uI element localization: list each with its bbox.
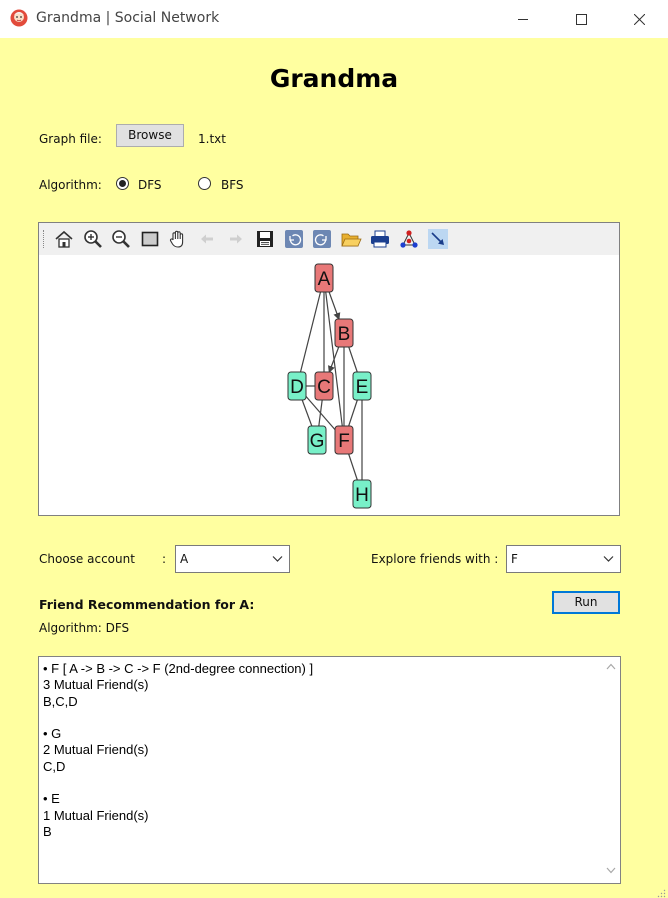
graph-node-label: D [290, 377, 304, 398]
graph-node-label: G [310, 431, 325, 452]
graph-edge-A-D [299, 291, 322, 373]
explore-friends-label: Explore friends with : [371, 552, 499, 566]
results-scrollbar[interactable] [602, 657, 620, 883]
app-title: Grandma [269, 64, 399, 93]
results-text: • F [ A -> B -> C -> F (2nd-degree conne… [43, 661, 313, 840]
explore-select-value: F [511, 552, 518, 566]
graph-node-C[interactable]: C [314, 371, 334, 401]
social-graph[interactable]: A B CD E FG H [39, 223, 619, 515]
graph-node-H[interactable]: H [352, 479, 372, 509]
graph-node-E[interactable]: E [352, 371, 372, 401]
maximize-icon [575, 13, 587, 25]
graph-edge-D-G [301, 399, 313, 427]
bfs-radio-label[interactable]: BFS [221, 178, 244, 192]
graph-node-D[interactable]: D [287, 371, 307, 401]
result-line: B [43, 823, 52, 839]
run-button[interactable]: Run [552, 591, 620, 614]
maximize-button[interactable] [558, 0, 604, 38]
explore-friends-select[interactable]: F [506, 545, 621, 573]
file-name: 1.txt [198, 132, 226, 146]
result-line [43, 775, 313, 791]
graph-edge-D-F [305, 395, 336, 431]
dfs-radio-label[interactable]: DFS [138, 178, 162, 192]
graph-node-label: F [338, 431, 350, 452]
minimize-button[interactable] [500, 0, 546, 38]
result-line: 1 Mutual Friend(s) [43, 807, 149, 823]
result-line: 2 Mutual Friend(s) [43, 742, 149, 758]
graph-node-F[interactable]: F [334, 425, 354, 455]
result-line: • E [43, 791, 60, 807]
window-title: Grandma | Social Network [36, 10, 220, 26]
result-line: • F [ A -> B -> C -> F (2nd-degree conne… [43, 661, 314, 676]
graph-node-label: B [338, 324, 351, 345]
recommendation-heading: Friend Recommendation for A: [39, 597, 255, 612]
window-title-bar: Grandma | Social Network [0, 0, 668, 38]
graph-node-label: E [356, 377, 369, 398]
graph-edge-E-F [348, 399, 358, 427]
result-line [43, 710, 313, 726]
close-icon [633, 13, 645, 25]
dfs-radio[interactable] [116, 177, 129, 190]
radio-selected-dot [119, 180, 126, 187]
recommendation-results[interactable]: • F [ A -> B -> C -> F (2nd-degree conne… [38, 656, 621, 884]
graph-node-B[interactable]: B [334, 318, 354, 348]
minimize-icon [518, 19, 528, 20]
graph-node-label: H [355, 485, 369, 506]
graph-viewer[interactable]: A B CD E FG H [38, 222, 620, 516]
result-line: C,D [43, 758, 66, 774]
bfs-radio[interactable] [198, 177, 211, 190]
graph-file-label: Graph file: [39, 132, 102, 146]
resize-grip-icon[interactable] [657, 889, 666, 898]
chevron-down-icon [603, 556, 614, 562]
bottom-strip [0, 889, 668, 898]
close-button[interactable] [616, 0, 662, 38]
graph-edge-F-H [348, 453, 358, 481]
graph-edge-A-B [328, 291, 341, 321]
graph-node-label: C [317, 377, 331, 398]
result-line: • G [43, 726, 62, 742]
graph-node-label: A [318, 269, 331, 290]
result-line: B,C,D [43, 693, 78, 709]
graph-node-A[interactable]: A [314, 263, 334, 293]
scroll-down-icon[interactable] [606, 867, 616, 874]
app-icon [10, 9, 28, 27]
choose-account-colon: : [162, 552, 167, 566]
browse-button[interactable]: Browse [116, 124, 184, 147]
chevron-down-icon [272, 556, 283, 562]
account-select-value: A [180, 552, 189, 566]
algorithm-used-label: Algorithm: DFS [39, 621, 130, 635]
choose-account-label: Choose account [39, 552, 135, 566]
graph-node-G[interactable]: G [307, 425, 327, 455]
graph-edge-B-E [348, 346, 358, 373]
graph-edge-B-C [328, 346, 340, 374]
algorithm-label: Algorithm: [39, 178, 102, 192]
account-select[interactable]: A [175, 545, 290, 573]
scroll-up-icon[interactable] [606, 663, 616, 670]
result-line: 3 Mutual Friend(s) [43, 677, 149, 693]
